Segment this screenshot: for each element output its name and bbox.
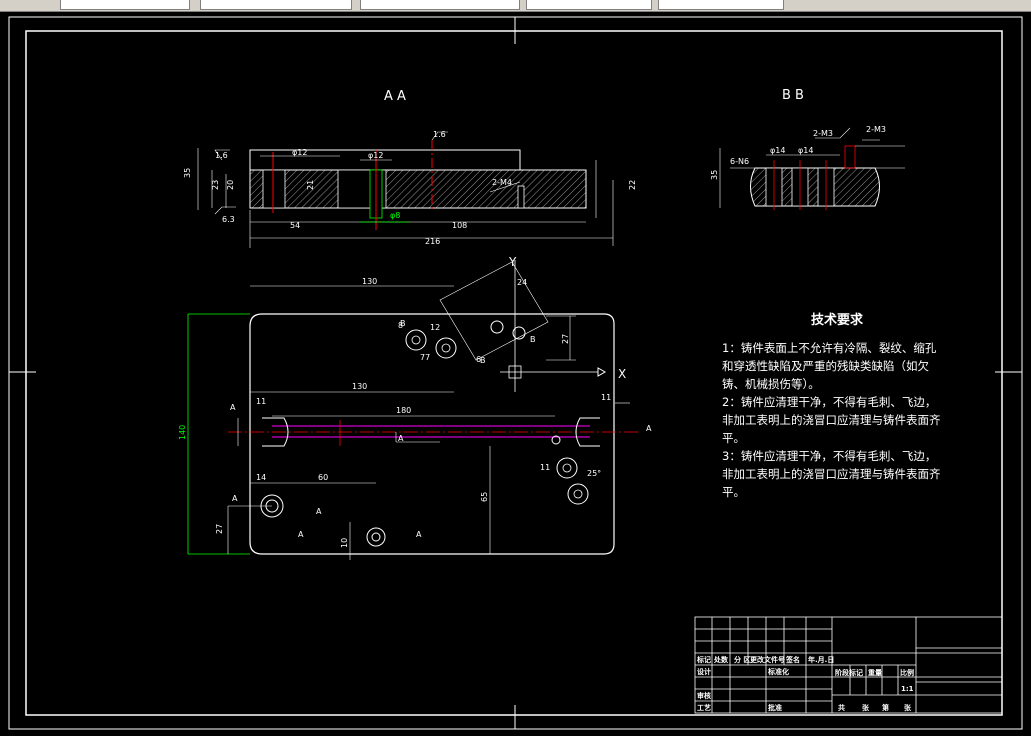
dim-108: 108 [452,221,467,230]
dim-65: 65 [480,492,489,502]
section-label-bb: B B [782,88,804,103]
tech-line: 非加工表明上的浇冒口应清理与铸件表面齐 [722,413,941,427]
dim-10: 10 [340,538,349,548]
tech-line: 2：铸件应清理干净，不得有毛刺、飞边， [722,395,937,409]
section-mark-b2: B [400,319,406,328]
tb-scale: 1:1 [901,685,914,693]
dim-11c: 11 [540,463,550,472]
dim-m3a: 2-M3 [813,129,833,138]
dim-27a: 27 [215,524,224,534]
dim-11a: 11 [256,397,266,406]
dim-216: 216 [425,237,440,246]
tb-stage: 阶段标记 [835,668,863,677]
tech-title: 技术要求 [810,313,863,328]
dim-54: 54 [290,221,300,230]
section-mark-a1: A [232,494,238,503]
dim-14: 14 [256,473,266,482]
section-mark-a4: A [416,530,422,539]
section-mark-a3: A [298,530,304,539]
dim-23: 23 [211,180,220,190]
dim-22: 22 [628,180,637,190]
tb-review: 审核 [697,691,711,700]
tb-date: 年.月.日 [808,655,834,664]
tb-sheets-no: 第 [882,703,889,712]
dim-27b: 27 [561,334,570,344]
tb-sign: 签名 [785,655,800,664]
section-bb-view [719,127,905,210]
tech-line: 平。 [722,485,745,499]
tb-zone: 分 区 [734,655,750,664]
dim-140: 140 [178,425,187,440]
dim-20: 20 [226,180,235,190]
dim-roughness-16a: 1.6 [215,151,228,160]
section-mark-a7: A [398,434,404,443]
technical-requirements: 技术要求 1：铸件表面上不允许有冷隔、裂纹、缩孔 和穿透性缺陷及严重的残缺类缺陷… [722,312,962,501]
dim-b35: 35 [710,170,719,180]
tb-design: 设计 [697,667,711,676]
tb-sheets-total: 共 [838,703,845,712]
tb-weight: 重量 [868,668,882,677]
dim-m3b: 2-M3 [866,125,886,134]
dim-b14b: φ14 [798,146,813,155]
tb-count: 处数 [713,655,729,664]
tb-ratio: 比例 [900,668,914,677]
tech-line: 3：铸件应清理干净，不得有毛刺、飞边， [722,449,937,463]
dim-n6: 6-N6 [730,157,749,166]
section-label-aa: A A [384,89,406,104]
dim-60: 60 [318,473,328,482]
plan-view [187,260,640,560]
section-mark-a6: A [230,403,236,412]
section-aa-view [197,131,614,248]
dim-24: 24 [517,278,527,287]
dim-phi8: φ8 [390,211,400,220]
section-mark-b1: B [480,356,486,365]
tech-line: 1：铸件表面上不允许有冷隔、裂纹、缩孔 [722,341,937,355]
tech-line: 铸、机械损伤等）。 [722,377,820,391]
tech-line: 平。 [722,431,745,445]
section-mark-a2: A [316,507,322,516]
dim-130b: 130 [352,382,367,391]
dim-b14a: φ14 [770,146,785,155]
cad-viewport[interactable]: A A B B 35 23 20 21 22 54 108 216 6.3 1.… [0,0,1031,736]
tech-line: 非加工表明上的浇冒口应清理与铸件表面齐 [722,467,941,481]
section-mark-a5: A [646,424,652,433]
tb-change: 更改文件号 [750,655,785,664]
section-mark-b3: B [530,335,536,344]
tb-sheets-unit2: 张 [904,703,912,712]
dim-angle-25: 25° [587,469,601,478]
tb-mark: 标记 [696,655,711,664]
dim-12c: 12 [430,323,440,332]
dim-130a: 130 [362,277,377,286]
tb-sheets-unit1: 张 [862,703,870,712]
tb-standard: 标准化 [767,667,789,676]
tb-approve: 批准 [768,703,782,712]
axis-x-label: X [618,367,626,381]
dim-35: 35 [183,168,192,178]
dim-180: 180 [396,406,411,415]
dim-21: 21 [306,180,315,190]
tb-process: 工艺 [697,703,711,712]
dim-phi12: φ12 [292,148,307,157]
dim-roughness-16b: 1.6 [433,130,446,139]
dim-roughness-63: 6.3 [222,215,235,224]
tech-line: 和穿透性缺陷及严重的残缺类缺陷（如欠 [722,359,929,373]
dim-phi12b: φ12 [368,151,383,160]
dim-11b: 11 [601,393,611,402]
title-block-frame [694,616,1003,714]
dim-m4: 2-M4 [492,178,512,187]
axis-y-label: Y [508,255,517,269]
dim-77: 77 [420,353,430,362]
